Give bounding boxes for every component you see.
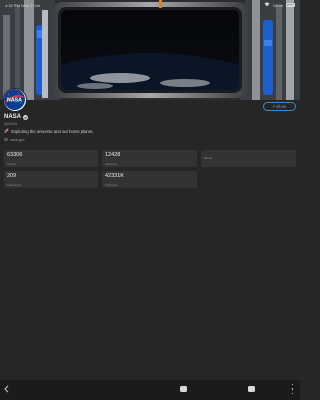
link-icon (4, 137, 8, 142)
stat-label: Followings (7, 182, 22, 187)
stat-favorites[interactable]: 12428 Favorites (102, 150, 197, 167)
svg-text:NASA: NASA (7, 97, 22, 103)
battery-icon (286, 3, 295, 7)
stat-value: 12428 (105, 152, 121, 158)
follow-button[interactable]: Follow (263, 102, 296, 111)
bottom-navigation-bar (0, 380, 300, 400)
stat-value: 63306 (7, 152, 23, 158)
profile-name-row: NASA (4, 114, 29, 120)
compose-icon[interactable] (248, 385, 255, 392)
stat-label: Followers (105, 182, 118, 187)
wifi-icon (264, 2, 270, 8)
more-vertical-icon[interactable] (291, 384, 294, 394)
back-arrow-icon[interactable] (4, 385, 9, 395)
profile-website[interactable]: nasa.gov (4, 138, 25, 142)
profile-banner (0, 0, 300, 100)
chat-icon[interactable] (180, 385, 187, 392)
bio-text: Exploring the universe and our home plan… (11, 128, 94, 134)
verified-badge-icon (23, 114, 29, 120)
stat-label: Favorites (105, 161, 118, 166)
avatar[interactable]: NASA (3, 88, 27, 112)
nasa-logo: NASA (4, 89, 25, 110)
status-time: 4:32 PM Wed 9 Oct (5, 2, 40, 8)
profile-name: NASA (4, 114, 22, 120)
stat-tweets[interactable]: 63306 Tweets (4, 150, 98, 167)
status-bar: 4:32 PM Wed 9 Oct 100% (0, 0, 300, 10)
stat-value: 42331K (105, 173, 124, 179)
stat-followers[interactable]: 42331K Followers (102, 171, 197, 188)
website-text: nasa.gov (10, 137, 25, 142)
battery-percent: 100% (272, 2, 283, 8)
stat-media[interactable]: Media (201, 150, 296, 167)
banner-image (0, 0, 300, 100)
status-right: 100% (264, 2, 295, 8)
rocket-icon: 🚀 (4, 128, 10, 133)
stat-label: Tweets (7, 161, 17, 166)
stat-value: 209 (7, 173, 17, 179)
stat-followings[interactable]: 209 Followings (4, 171, 98, 188)
stat-label: Media (204, 156, 213, 160)
profile-handle: @NASA (4, 121, 18, 126)
profile-bio: 🚀 Exploring the universe and our home pl… (4, 128, 93, 134)
